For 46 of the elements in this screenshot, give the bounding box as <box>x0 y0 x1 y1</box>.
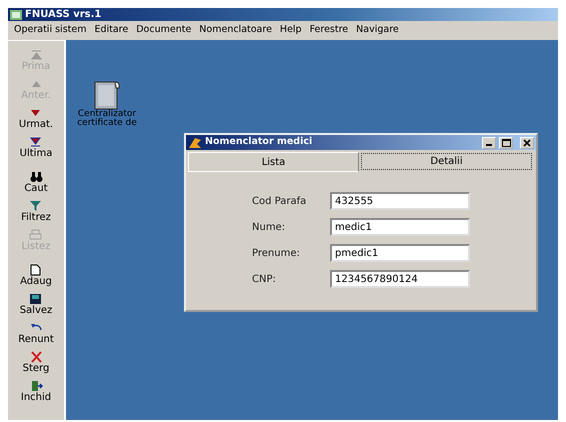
input-field[interactable]: pmedic1 <box>330 244 470 262</box>
close-icon <box>523 138 531 146</box>
maximize-icon <box>502 138 510 146</box>
menu-item[interactable]: Editare <box>90 23 132 38</box>
toolbar-button[interactable]: Inchid <box>20 380 52 403</box>
field-label: Prenume: <box>252 246 301 260</box>
input-field[interactable]: 1234567890124 <box>330 270 470 288</box>
toolbar-button[interactable]: Urmat. <box>18 107 54 130</box>
toolbar-button[interactable]: Caut <box>24 171 48 194</box>
field-label: Nume: <box>252 220 286 234</box>
app-icon <box>188 136 202 148</box>
menu-item[interactable]: Navigare <box>352 23 403 38</box>
minimize-button[interactable] <box>482 136 496 148</box>
icon-label[interactable]: Centralizator certificate de <box>72 110 142 128</box>
menu-item[interactable]: Operatii sistem <box>10 23 90 38</box>
toolbar-button[interactable]: Filtrez <box>21 200 51 223</box>
minimize-icon <box>486 144 492 146</box>
printer-icon <box>29 229 42 241</box>
document-icon[interactable] <box>93 80 121 110</box>
binoculars-icon <box>30 171 42 183</box>
toolbar-button[interactable]: Renunt <box>18 322 54 345</box>
field-label: Cod Parafa <box>252 194 308 208</box>
toolbar-button[interactable]: Salvez <box>20 293 52 316</box>
menu-item[interactable]: Documente <box>132 23 196 38</box>
dialog-title: Nomenclator medici <box>205 135 314 150</box>
close-button[interactable] <box>520 136 534 148</box>
tab[interactable]: Detalii <box>361 153 532 170</box>
toolbar-button[interactable]: Adaug <box>20 264 52 287</box>
toolbar-button[interactable]: Ultima <box>20 136 52 159</box>
menu-item[interactable]: Help <box>276 23 306 38</box>
window-title: FNUASS vrs.1 <box>25 8 102 22</box>
input-field[interactable]: 432555 <box>330 192 470 210</box>
delete-cross-icon <box>30 351 42 363</box>
first-record-icon <box>30 49 42 61</box>
menu-item[interactable]: Nomenclatoare <box>195 23 276 38</box>
last-record-icon <box>29 136 42 148</box>
maximize-button[interactable] <box>499 136 513 148</box>
app-icon <box>10 10 22 20</box>
toolbar-button[interactable]: Sterg <box>22 351 50 374</box>
filter-icon <box>29 200 42 212</box>
input-field[interactable]: medic1 <box>330 218 470 236</box>
menu-item[interactable]: Ferestre <box>306 23 352 38</box>
tab[interactable]: Lista <box>188 152 359 172</box>
field-label: CNP: <box>252 272 277 286</box>
door-exit-icon <box>30 380 42 392</box>
blank-page-icon <box>29 264 42 276</box>
